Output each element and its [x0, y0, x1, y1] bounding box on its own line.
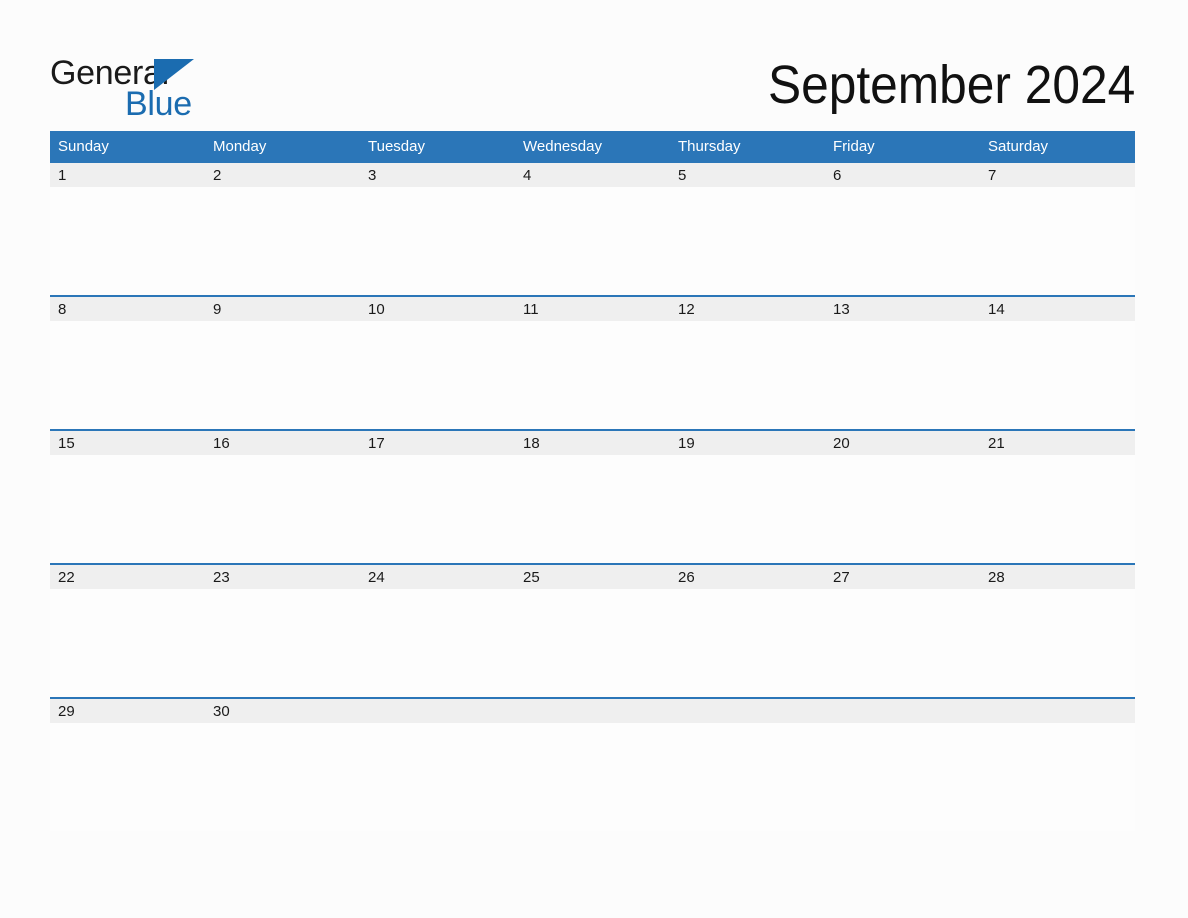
day-number[interactable]: 11 — [515, 297, 670, 321]
day-number-empty — [825, 699, 980, 723]
weekday-header-monday: Monday — [213, 137, 267, 155]
day-note[interactable] — [50, 589, 205, 697]
week-date-band: 22 23 24 25 26 27 28 — [50, 565, 1135, 589]
day-note[interactable] — [825, 589, 980, 697]
day-note-empty — [980, 723, 1135, 831]
day-number[interactable]: 6 — [825, 163, 980, 187]
day-note-empty — [360, 723, 515, 831]
day-note[interactable] — [515, 321, 670, 429]
week-note-band — [50, 455, 1135, 563]
day-number[interactable]: 10 — [360, 297, 515, 321]
week-row: 1 2 3 4 5 6 7 — [50, 161, 1135, 295]
day-number[interactable]: 14 — [980, 297, 1135, 321]
day-note[interactable] — [670, 321, 825, 429]
week-note-band — [50, 723, 1135, 831]
day-note[interactable] — [980, 187, 1135, 295]
day-number[interactable]: 9 — [205, 297, 360, 321]
day-number[interactable]: 20 — [825, 431, 980, 455]
week-note-band — [50, 187, 1135, 295]
day-number[interactable]: 25 — [515, 565, 670, 589]
day-note[interactable] — [360, 187, 515, 295]
day-number-empty — [670, 699, 825, 723]
day-number[interactable]: 27 — [825, 565, 980, 589]
day-number[interactable]: 15 — [50, 431, 205, 455]
day-note[interactable] — [50, 723, 205, 831]
day-note-empty — [670, 723, 825, 831]
generalblue-logo[interactable]: General Blue — [50, 52, 240, 122]
day-note[interactable] — [980, 455, 1135, 563]
day-number[interactable]: 5 — [670, 163, 825, 187]
week-row: 8 9 10 11 12 13 14 — [50, 295, 1135, 429]
weekday-header-tuesday: Tuesday — [368, 137, 425, 155]
day-note[interactable] — [825, 187, 980, 295]
week-row: 22 23 24 25 26 27 28 — [50, 563, 1135, 697]
day-note[interactable] — [205, 589, 360, 697]
day-number[interactable]: 18 — [515, 431, 670, 455]
calendar-page: General Blue September 2024 Sunday Monda… — [0, 0, 1188, 918]
page-title: September 2024 — [767, 55, 1135, 115]
day-number[interactable]: 7 — [980, 163, 1135, 187]
day-number[interactable]: 28 — [980, 565, 1135, 589]
day-number[interactable]: 8 — [50, 297, 205, 321]
day-number[interactable]: 3 — [360, 163, 515, 187]
day-number[interactable]: 2 — [205, 163, 360, 187]
weekday-header-row: Sunday Monday Tuesday Wednesday Thursday… — [50, 131, 1135, 161]
weekday-header-thursday: Thursday — [678, 137, 741, 155]
week-note-band — [50, 321, 1135, 429]
weekday-header-sunday: Sunday — [58, 137, 109, 155]
day-number-empty — [360, 699, 515, 723]
logo-text-blue: Blue — [125, 85, 192, 123]
week-date-band: 8 9 10 11 12 13 14 — [50, 297, 1135, 321]
day-note-empty — [515, 723, 670, 831]
day-note[interactable] — [515, 187, 670, 295]
week-row: 15 16 17 18 19 20 21 — [50, 429, 1135, 563]
week-note-band — [50, 589, 1135, 697]
week-date-band: 29 30 — [50, 699, 1135, 723]
calendar-grid: Sunday Monday Tuesday Wednesday Thursday… — [50, 131, 1135, 831]
day-number[interactable]: 17 — [360, 431, 515, 455]
day-note[interactable] — [205, 187, 360, 295]
day-note[interactable] — [50, 187, 205, 295]
day-note[interactable] — [50, 455, 205, 563]
day-number[interactable]: 29 — [50, 699, 205, 723]
day-number[interactable]: 16 — [205, 431, 360, 455]
day-number[interactable]: 19 — [670, 431, 825, 455]
day-note[interactable] — [205, 455, 360, 563]
weekday-header-saturday: Saturday — [988, 137, 1049, 155]
day-note[interactable] — [205, 723, 360, 831]
week-row: 29 30 — [50, 697, 1135, 831]
day-note[interactable] — [515, 589, 670, 697]
day-number[interactable]: 13 — [825, 297, 980, 321]
day-note[interactable] — [360, 321, 515, 429]
week-date-band: 15 16 17 18 19 20 21 — [50, 431, 1135, 455]
day-number-empty — [515, 699, 670, 723]
day-number[interactable]: 22 — [50, 565, 205, 589]
day-note[interactable] — [670, 187, 825, 295]
day-note[interactable] — [515, 455, 670, 563]
day-number[interactable]: 26 — [670, 565, 825, 589]
day-note[interactable] — [50, 321, 205, 429]
day-note[interactable] — [980, 589, 1135, 697]
day-note[interactable] — [360, 589, 515, 697]
day-note[interactable] — [670, 455, 825, 563]
day-note[interactable] — [205, 321, 360, 429]
day-number[interactable]: 12 — [670, 297, 825, 321]
day-note[interactable] — [825, 455, 980, 563]
day-note-empty — [825, 723, 980, 831]
day-note[interactable] — [360, 455, 515, 563]
day-number[interactable]: 30 — [205, 699, 360, 723]
weekday-header-wednesday: Wednesday — [523, 137, 602, 155]
day-number[interactable]: 4 — [515, 163, 670, 187]
day-number[interactable]: 21 — [980, 431, 1135, 455]
page-header: General Blue September 2024 — [50, 52, 1135, 124]
day-note[interactable] — [980, 321, 1135, 429]
day-note[interactable] — [825, 321, 980, 429]
day-number[interactable]: 1 — [50, 163, 205, 187]
weekday-header-friday: Friday — [833, 137, 875, 155]
day-number[interactable]: 24 — [360, 565, 515, 589]
day-number[interactable]: 23 — [205, 565, 360, 589]
week-date-band: 1 2 3 4 5 6 7 — [50, 163, 1135, 187]
day-number-empty — [980, 699, 1135, 723]
day-note[interactable] — [670, 589, 825, 697]
